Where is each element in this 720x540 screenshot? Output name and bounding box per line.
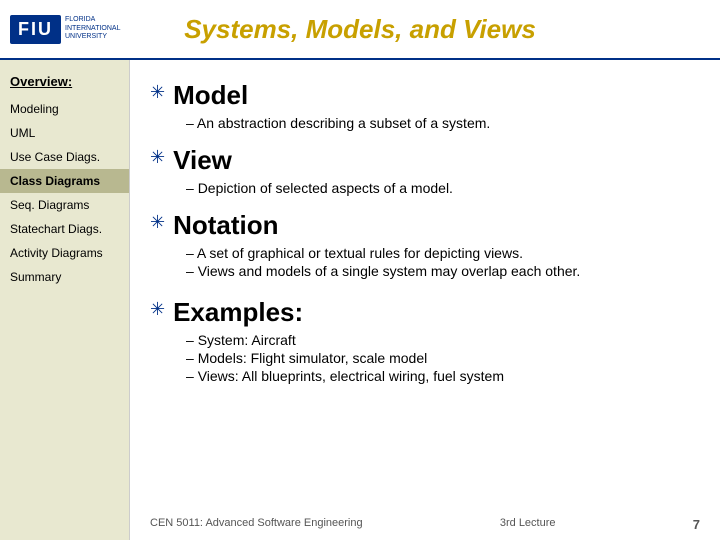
footer-lecture: 3rd Lecture xyxy=(500,517,556,532)
footer-page: 7 xyxy=(693,517,700,532)
view-star-icon: ✳ xyxy=(150,147,165,168)
sidebar-item-uml[interactable]: UML xyxy=(0,121,129,145)
notation-bullet-1: A set of graphical or textual rules for … xyxy=(150,245,690,261)
examples-title: Examples: xyxy=(173,297,303,328)
sidebar-item-seq-diagrams[interactable]: Seq. Diagrams xyxy=(0,193,129,217)
notation-bullet-2: Views and models of a single system may … xyxy=(150,263,690,279)
sidebar-item-statechart-diags[interactable]: Statechart Diags. xyxy=(0,217,129,241)
footer-course: CEN 5011: Advanced Software Engineering xyxy=(150,517,363,532)
sidebar-item-use-case-diags[interactable]: Use Case Diags. xyxy=(0,145,129,169)
view-bullet-1: Depiction of selected aspects of a model… xyxy=(150,180,690,196)
sidebar: Overview: Modeling UML Use Case Diags. C… xyxy=(0,60,130,540)
logo: FIU FLORIDA INTERNATIONAL UNIVERSITY xyxy=(10,15,125,44)
sidebar-overview-label: Overview: xyxy=(0,70,129,97)
logo-subtitle: FLORIDA INTERNATIONAL UNIVERSITY xyxy=(65,16,125,41)
examples-header: ✳ Examples: xyxy=(150,297,690,328)
sidebar-item-activity-diagrams[interactable]: Activity Diagrams xyxy=(0,241,129,265)
view-section: ✳ View Depiction of selected aspects of … xyxy=(150,145,690,196)
model-title: Model xyxy=(173,80,248,111)
model-star-icon: ✳ xyxy=(150,82,165,103)
notation-star-icon: ✳ xyxy=(150,212,165,233)
notation-section: ✳ Notation A set of graphical or textual… xyxy=(150,210,690,279)
model-section: ✳ Model An abstraction describing a subs… xyxy=(150,80,690,131)
view-title: View xyxy=(173,145,232,176)
examples-bullet-3: Views: All blueprints, electrical wiring… xyxy=(150,368,690,384)
model-header: ✳ Model xyxy=(150,80,690,111)
model-bullet-1: An abstraction describing a subset of a … xyxy=(150,115,690,131)
notation-title: Notation xyxy=(173,210,278,241)
header: FIU FLORIDA INTERNATIONAL UNIVERSITY Sys… xyxy=(0,0,720,60)
examples-bullet-1: System: Aircraft xyxy=(150,332,690,348)
page-title: Systems, Models, and Views xyxy=(184,14,536,45)
examples-bullet-2: Models: Flight simulator, scale model xyxy=(150,350,690,366)
view-header: ✳ View xyxy=(150,145,690,176)
content-area: ✳ Model An abstraction describing a subs… xyxy=(130,60,720,540)
sidebar-item-class-diagrams[interactable]: Class Diagrams xyxy=(0,169,129,193)
examples-section: ✳ Examples: System: Aircraft Models: Fli… xyxy=(150,297,690,384)
sidebar-item-modeling[interactable]: Modeling xyxy=(0,97,129,121)
sidebar-item-summary[interactable]: Summary xyxy=(0,265,129,289)
notation-header: ✳ Notation xyxy=(150,210,690,241)
main-layout: Overview: Modeling UML Use Case Diags. C… xyxy=(0,60,720,540)
examples-star-icon: ✳ xyxy=(150,299,165,320)
logo-text: FIU xyxy=(10,15,61,44)
footer: CEN 5011: Advanced Software Engineering … xyxy=(130,517,720,532)
